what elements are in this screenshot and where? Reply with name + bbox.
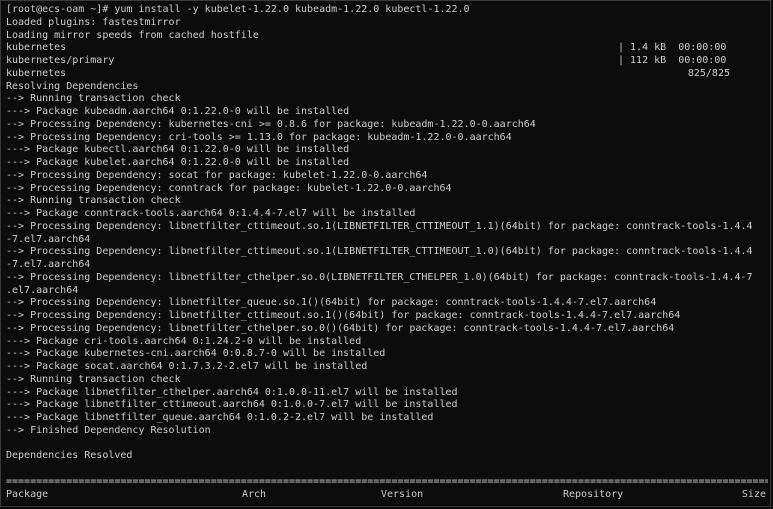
output-line: --> Processing Dependency: libnetfilter_…: [6, 246, 753, 258]
repo-name: kubernetes: [6, 42, 67, 54]
terminal-window[interactable]: [root@ecs-oam ~]# yum install -y kubelet…: [0, 0, 771, 507]
repo-row: kubernetes/primary | 112 kB 00:00:00: [6, 55, 770, 68]
output-line: --> Finished Dependency Resolution: [6, 424, 211, 436]
column-header-package: Package: [6, 488, 49, 500]
output-line: ---> Package socat.aarch64 0:1.7.3.2-2.e…: [6, 361, 368, 372]
output-line: --> Running transaction check: [6, 93, 181, 105]
separator-rule: ========================================…: [6, 475, 768, 487]
column-header-repository: Repository: [563, 488, 624, 500]
output-line: --> Processing Dependency: libnetfilter_…: [6, 310, 681, 321]
output-line: --> Processing Dependency: libnetfilter_…: [6, 271, 753, 283]
output-lines: Resolving Dependencies --> Running trans…: [6, 81, 770, 438]
output-line: ---> Package conntrack-tools.aarch64 0:1…: [6, 208, 416, 219]
output-line: ---> Package kubeadm.aarch64 0:1.22.0-0 …: [6, 106, 350, 117]
output-line: Resolving Dependencies: [6, 80, 139, 92]
output-line: ---> Package kubelet.aarch64 0:1.22.0-0 …: [6, 157, 350, 168]
repo-size: | 1.4 kB 00:00:00: [618, 42, 727, 54]
loaded-plugins-line: Loaded plugins: fastestmirror: [6, 16, 181, 28]
output-line: ---> Package libnetfilter_queue.aarch64 …: [6, 412, 434, 423]
output-line: --> Running transaction check: [6, 195, 181, 207]
output-line: ---> Package kubernetes-cni.aarch64 0:0.…: [6, 348, 386, 360]
output-line: --> Processing Dependency: socat for pac…: [6, 169, 428, 181]
repo-name: kubernetes/primary: [6, 55, 115, 66]
mirror-speeds-line: Loading mirror speeds from cached hostfi…: [6, 29, 259, 41]
command-prompt-line: [root@ecs-oam ~]# yum install -y kubelet…: [6, 4, 470, 15]
output-line: .el7.aarch64: [6, 284, 79, 296]
output-line: ---> Package cri-tools.aarch64 0:1.24.2-…: [6, 335, 362, 347]
table-header: Package Arch Version Repository Size: [6, 489, 766, 502]
dependencies-resolved-line: Dependencies Resolved: [6, 450, 133, 462]
output-line: ---> Package libnetfilter_cttimeout.aarc…: [6, 399, 458, 411]
output-line: --> Processing Dependency: libnetfilter_…: [6, 220, 753, 232]
repo-size: | 112 kB 00:00:00: [618, 55, 727, 66]
output-line: ---> Package kubectl.aarch64 0:1.22.0-0 …: [6, 144, 350, 156]
output-line: -7.el7.aarch64: [6, 259, 91, 270]
repo-name: kubernetes: [6, 67, 67, 79]
output-line: --> Processing Dependency: kubernetes-cn…: [6, 118, 536, 130]
column-header-version: Version: [381, 488, 424, 500]
output-line: --> Running transaction check: [6, 373, 181, 385]
repo-row: kubernetes | 1.4 kB 00:00:00: [6, 42, 770, 55]
output-line: -7.el7.aarch64: [6, 233, 91, 245]
output-line: --> Processing Dependency: conntrack for…: [6, 182, 452, 194]
repo-progress: 825/825: [687, 67, 730, 79]
output-line: ---> Package libnetfilter_cthelper.aarch…: [6, 386, 458, 398]
output-line: --> Processing Dependency: cri-tools >= …: [6, 131, 512, 143]
column-header-size: Size: [741, 488, 766, 500]
output-line: --> Processing Dependency: libnetfilter_…: [6, 297, 657, 309]
repo-row: kubernetes 825/825: [6, 68, 770, 81]
column-header-arch: Arch: [242, 488, 267, 500]
output-line: --> Processing Dependency: libnetfilter_…: [6, 322, 675, 334]
